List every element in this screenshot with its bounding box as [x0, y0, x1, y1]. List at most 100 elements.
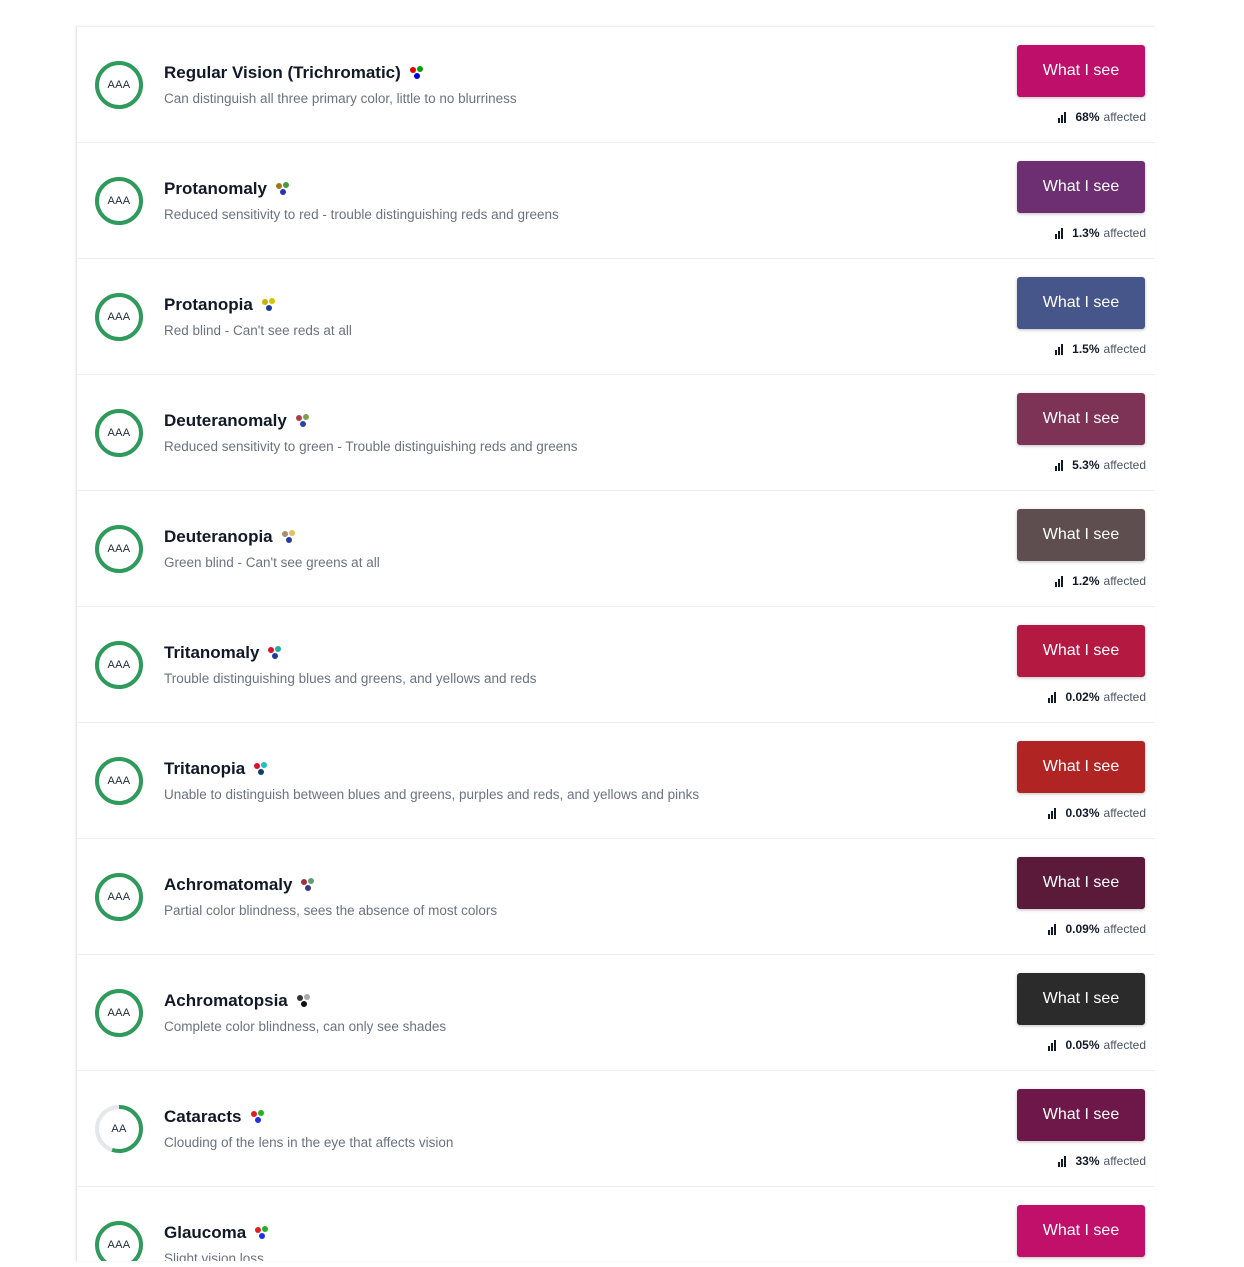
signal-bars-icon [1055, 575, 1064, 587]
vision-row: AAA Protanopia Red blind - Can't see red… [77, 259, 1155, 375]
what-i-see-button[interactable]: What I see [1017, 1089, 1145, 1141]
rating-label: AAA [107, 195, 131, 207]
contrast-rating-badge: AA [94, 1104, 144, 1154]
what-i-see-button[interactable]: What I see [1017, 625, 1145, 677]
condition-name: Achromatomaly [164, 875, 317, 895]
signal-bars-icon [1058, 1155, 1067, 1167]
vision-row: AAA Deuteranopia Green blind - Can't see… [77, 491, 1155, 607]
affected-percent: 68% [1075, 110, 1100, 124]
rating-label: AA [111, 1123, 127, 1135]
color-dots-icon [268, 646, 284, 660]
color-dots-icon [301, 878, 317, 892]
vision-row: AAA Regular Vision (Trichromatic) Can di… [77, 27, 1155, 143]
affected-percent: 0.05% [1065, 1038, 1100, 1052]
signal-bars-icon [1048, 807, 1057, 819]
what-i-see-button[interactable]: What I see [1017, 857, 1145, 909]
color-dots-icon [254, 762, 270, 776]
affected-stat: 1.2% affected [1055, 574, 1146, 588]
affected-percent: 1.2% [1072, 574, 1100, 588]
contrast-rating-badge: AAA [94, 60, 144, 110]
condition-name: Deuteranopia [164, 527, 298, 547]
affected-percent: 0.09% [1065, 922, 1100, 936]
condition-description: Trouble distinguishing blues and greens,… [164, 671, 537, 686]
contrast-rating-badge: AAA [94, 524, 144, 574]
vision-row: AAA Tritanopia Unable to distinguish bet… [77, 723, 1155, 839]
affected-label: affected [1103, 690, 1146, 704]
condition-description: Unable to distinguish between blues and … [164, 787, 700, 802]
what-i-see-button[interactable]: What I see [1017, 1205, 1145, 1257]
vision-row: AAA Glaucoma Slight vision loss What I s… [77, 1187, 1155, 1261]
affected-label: affected [1103, 1038, 1146, 1052]
condition-title: Regular Vision (Trichromatic) [164, 63, 401, 82]
condition-name: Glaucoma [164, 1223, 271, 1243]
signal-bars-icon [1058, 111, 1067, 123]
condition-description: Clouding of the lens in the eye that aff… [164, 1135, 454, 1150]
vision-row: AA Cataracts Clouding of the lens in the… [77, 1071, 1155, 1187]
affected-percent: 33% [1075, 1154, 1100, 1168]
affected-stat: 68% affected [1058, 110, 1146, 124]
condition-description: Complete color blindness, can only see s… [164, 1019, 447, 1034]
affected-stat: 0.09% affected [1048, 922, 1146, 936]
affected-stat: 33% affected [1058, 1154, 1146, 1168]
vision-row: AAA Achromatomaly Partial color blindnes… [77, 839, 1155, 955]
condition-title: Tritanopia [164, 759, 246, 778]
vision-simulation-list: AAA Regular Vision (Trichromatic) Can di… [76, 26, 1155, 1261]
color-dots-icon [261, 298, 278, 312]
contrast-rating-badge: AAA [94, 872, 144, 922]
what-i-see-button[interactable]: What I see [1017, 277, 1145, 329]
condition-description: Slight vision loss [164, 1251, 264, 1261]
condition-name: Cataracts [164, 1107, 267, 1127]
condition-name: Protanopia [164, 295, 278, 315]
what-i-see-button[interactable]: What I see [1017, 973, 1145, 1025]
affected-stat: 0.02% affected [1048, 690, 1146, 704]
signal-bars-icon [1055, 227, 1064, 239]
affected-label: affected [1103, 574, 1146, 588]
what-i-see-button[interactable]: What I see [1017, 393, 1145, 445]
affected-stat: 1.5% affected [1055, 342, 1146, 356]
condition-title: Protanomaly [164, 179, 267, 198]
what-i-see-button[interactable]: What I see [1017, 509, 1145, 561]
condition-title: Cataracts [164, 1107, 242, 1126]
contrast-rating-badge: AAA [94, 756, 144, 806]
vision-row: AAA Tritanomaly Trouble distinguishing b… [77, 607, 1155, 723]
rating-label: AAA [107, 1239, 131, 1251]
affected-stat: 0.03% affected [1048, 806, 1146, 820]
affected-label: affected [1103, 806, 1146, 820]
contrast-rating-badge: AAA [94, 176, 144, 226]
vision-row: AAA Achromatopsia Complete color blindne… [77, 955, 1155, 1071]
what-i-see-button[interactable]: What I see [1017, 741, 1145, 793]
rating-label: AAA [107, 891, 131, 903]
affected-percent: 1.3% [1072, 226, 1100, 240]
condition-name: Tritanomaly [164, 643, 284, 663]
condition-title: Glaucoma [164, 1223, 247, 1242]
condition-name: Regular Vision (Trichromatic) [164, 63, 426, 83]
condition-description: Reduced sensitivity to red - trouble dis… [164, 207, 559, 222]
vision-row: AAA Deuteranomaly Reduced sensitivity to… [77, 375, 1155, 491]
contrast-rating-badge: AAA [94, 408, 144, 458]
affected-label: affected [1103, 110, 1146, 124]
rating-label: AAA [107, 79, 131, 91]
condition-description: Green blind - Can't see greens at all [164, 555, 380, 570]
contrast-rating-badge: AAA [94, 988, 144, 1038]
affected-label: affected [1103, 1154, 1146, 1168]
condition-title: Achromatopsia [164, 991, 288, 1010]
condition-description: Reduced sensitivity to green - Trouble d… [164, 439, 578, 454]
condition-title: Achromatomaly [164, 875, 293, 894]
condition-description: Red blind - Can't see reds at all [164, 323, 352, 338]
condition-title: Tritanomaly [164, 643, 260, 662]
color-dots-icon [250, 1110, 267, 1124]
condition-title: Deuteranopia [164, 527, 273, 546]
what-i-see-button[interactable]: What I see [1017, 45, 1145, 97]
signal-bars-icon [1048, 691, 1057, 703]
affected-percent: 5.3% [1072, 458, 1100, 472]
rating-label: AAA [107, 311, 131, 323]
condition-description: Can distinguish all three primary color,… [164, 91, 517, 106]
rating-label: AAA [107, 775, 131, 787]
condition-description: Partial color blindness, sees the absenc… [164, 903, 498, 918]
color-dots-icon [255, 1226, 271, 1240]
affected-label: affected [1103, 922, 1146, 936]
color-dots-icon [296, 994, 313, 1008]
affected-stat: 0.05% affected [1048, 1038, 1146, 1052]
affected-label: affected [1103, 342, 1146, 356]
what-i-see-button[interactable]: What I see [1017, 161, 1145, 213]
